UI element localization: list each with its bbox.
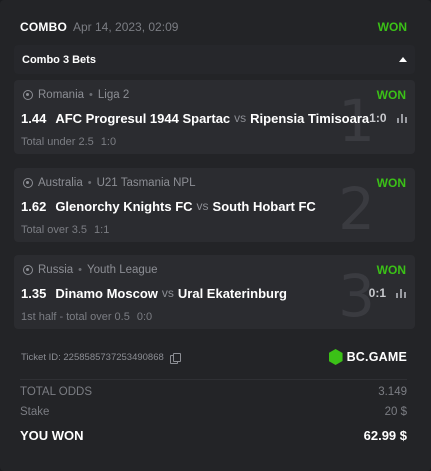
brand-logo: BC.GAME [328, 349, 407, 365]
vs-label: vs [234, 111, 247, 125]
market-name: Total under 2.5 [21, 136, 94, 148]
match-row: 1.35 Dinamo Moscow vs Ural Ekaterinburg … [21, 284, 406, 302]
brand-name: BC.GAME [346, 350, 407, 364]
home-team[interactable]: Glenorchy Knights FC [55, 199, 192, 214]
ticket-id: Ticket ID: 2258585737253490868 [21, 352, 164, 363]
total-odds-label: TOTAL ODDS [20, 386, 92, 398]
vs-label: vs [161, 286, 174, 300]
copy-icon[interactable] [169, 353, 181, 364]
match-score: 1:0 [369, 111, 387, 125]
league-row: Romania • Liga 2 WON [23, 87, 406, 103]
market-row: Total over 3.5 1:1 [21, 223, 406, 237]
market-row: Total under 2.5 1:0 [21, 135, 406, 149]
you-won-label: YOU WON [20, 428, 84, 443]
ticket-id-row: Ticket ID: 2258585737253490868 [21, 352, 181, 364]
you-won-row: YOU WON 62.99 $ [20, 428, 407, 443]
total-odds-row: TOTAL ODDS 3.149 [20, 386, 407, 398]
market-name: Total over 3.5 [21, 224, 88, 236]
market-result: 1:1 [94, 224, 110, 236]
soccer-ball-icon [23, 90, 33, 100]
country-name: Australia [38, 177, 83, 189]
ticket-status-badge: WON [377, 20, 407, 34]
away-team[interactable]: South Hobart FC [213, 199, 316, 214]
vs-label: vs [196, 199, 209, 213]
country-name: Romania [38, 89, 85, 101]
total-odds-value: 3.149 [378, 386, 407, 398]
bet-status-badge: WON [376, 88, 406, 102]
away-team[interactable]: Ripensia Timisoara [250, 111, 369, 126]
combo-label: COMBO [20, 20, 67, 34]
league-row: Russia • Youth League WON [23, 262, 406, 278]
away-team[interactable]: Ural Ekaterinburg [178, 286, 287, 301]
market-result: 0:0 [136, 311, 153, 323]
league-name: Liga 2 [97, 89, 130, 101]
bet-status-badge: WON [376, 263, 406, 277]
match-row: 1.62 Glenorchy Knights FC vs South Hobar… [21, 197, 406, 215]
stats-icon[interactable] [396, 288, 406, 298]
combo-toggle[interactable]: Combo 3 Bets [14, 45, 415, 74]
separator-dot: • [78, 264, 83, 276]
stake-row: Stake 20 $ [20, 406, 407, 418]
ticket-header: COMBO Apr 14, 2023, 02:09 WON [20, 17, 407, 37]
market-row: 1st half - total over 0.5 0:0 [21, 310, 406, 324]
bet-odd: 1.62 [21, 198, 47, 214]
stake-value: 20 $ [384, 406, 407, 418]
combo-count-label: Combo 3 Bets [22, 53, 96, 66]
match-row: 1.44 AFC Progresul 1944 Spartac vs Ripen… [21, 109, 407, 127]
bet-status-badge: WON [376, 176, 406, 190]
bet-ticket: COMBO Apr 14, 2023, 02:09 WON Combo 3 Be… [0, 0, 431, 471]
country-name: Russia [38, 264, 74, 276]
market-result: 1:0 [100, 136, 117, 148]
separator-dot: • [89, 89, 93, 101]
league-row: Australia • U21 Tasmania NPL WON [23, 175, 406, 191]
bet-odd: 1.35 [21, 285, 47, 301]
stats-icon[interactable] [396, 113, 407, 123]
match-score: 0:1 [368, 286, 386, 300]
home-team[interactable]: Dinamo Moscow [55, 286, 158, 301]
caret-up-icon[interactable] [399, 57, 407, 62]
bet-odd: 1.44 [21, 110, 47, 126]
market-name: 1st half - total over 0.5 [21, 311, 130, 323]
bet-card-2[interactable]: 2 Australia • U21 Tasmania NPL WON 1.62 … [14, 168, 415, 242]
soccer-ball-icon [23, 265, 33, 275]
separator-dot: • [87, 177, 92, 189]
soccer-ball-icon [23, 178, 33, 188]
you-won-value: 62.99 $ [363, 428, 407, 443]
home-team[interactable]: AFC Progresul 1944 Spartac [55, 111, 230, 126]
stake-label: Stake [20, 406, 50, 418]
divider [20, 379, 407, 380]
bet-card-3[interactable]: 3 Russia • Youth League WON 1.35 Dinamo … [14, 255, 415, 329]
ticket-date: Apr 14, 2023, 02:09 [73, 20, 179, 34]
league-name: U21 Tasmania NPL [96, 177, 196, 189]
bet-card-1[interactable]: 1 Romania • Liga 2 WON 1.44 AFC Progresu… [14, 80, 415, 154]
bc-game-logo-icon [328, 349, 343, 365]
league-name: Youth League [87, 264, 158, 276]
